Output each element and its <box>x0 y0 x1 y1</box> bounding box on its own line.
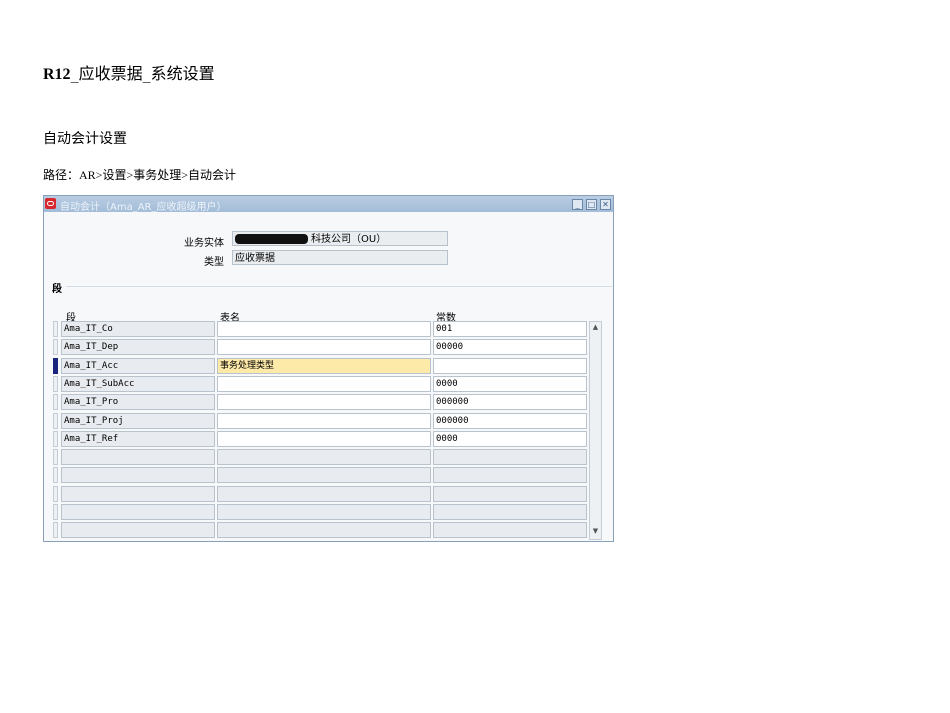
segment-cell-empty[interactable] <box>61 467 215 484</box>
constant-cell[interactable]: 00000 <box>433 339 587 356</box>
table-name-cell[interactable] <box>217 375 431 392</box>
section-heading: 自动会计设置 <box>43 131 127 147</box>
type-label: 类型 <box>204 257 224 268</box>
row-indicator[interactable] <box>53 394 58 411</box>
row-indicator[interactable] <box>53 522 58 539</box>
table-name-cell-empty[interactable] <box>217 522 431 539</box>
operating-unit-value: 科技公司（OU） <box>311 234 387 245</box>
redaction-mark <box>235 234 308 244</box>
table-name-cell[interactable] <box>217 321 431 337</box>
segment-cell-empty[interactable] <box>61 504 215 520</box>
row-indicator[interactable] <box>53 449 58 466</box>
table-name-cell[interactable] <box>217 339 431 356</box>
table-name-cell-empty[interactable] <box>217 467 431 484</box>
row-indicator[interactable] <box>53 467 58 484</box>
minimize-button[interactable]: _ <box>572 199 583 210</box>
maximize-button[interactable]: □ <box>586 199 597 210</box>
operating-unit-field[interactable]: 科技公司（OU） <box>232 231 448 246</box>
segment-cell[interactable]: Ama_IT_Pro <box>61 394 215 411</box>
title-rest: _应收票据_系统设置 <box>70 64 215 83</box>
segment-cell[interactable]: Ama_IT_Dep <box>61 339 215 356</box>
table-name-cell-empty[interactable] <box>217 485 431 502</box>
segment-cell[interactable]: Ama_IT_Co <box>61 321 215 337</box>
constant-cell-empty[interactable] <box>433 467 587 484</box>
row-indicator[interactable] <box>53 430 58 447</box>
oracle-logo-icon <box>45 198 56 209</box>
table-name-cell[interactable] <box>217 412 431 429</box>
row-indicator[interactable] <box>53 357 58 374</box>
constant-cell[interactable]: 001 <box>433 321 587 337</box>
segment-cell-empty[interactable] <box>61 522 215 539</box>
operating-unit-label: 业务实体 <box>184 238 224 249</box>
close-button[interactable]: ✕ <box>600 199 611 210</box>
constant-cell-empty[interactable] <box>433 485 587 502</box>
row-indicator[interactable] <box>53 375 58 392</box>
constant-cell-empty[interactable] <box>433 504 587 520</box>
window-title: 自动会计（Ama_AR_应收超级用户） <box>60 202 227 213</box>
constant-cell-empty[interactable] <box>433 522 587 539</box>
autoaccounting-window: 自动会计（Ama_AR_应收超级用户） _ □ ✕ 业务实体 科技公司（OU） … <box>43 195 614 542</box>
row-indicator[interactable] <box>53 339 58 356</box>
row-indicator[interactable] <box>53 485 58 502</box>
table-name-cell-empty[interactable] <box>217 504 431 520</box>
table-name-cell-empty[interactable] <box>217 449 431 466</box>
segment-section-title: 段 <box>52 284 62 295</box>
vertical-scrollbar[interactable]: ▲ ▼ <box>589 321 602 540</box>
row-indicator[interactable] <box>53 321 58 337</box>
scroll-down-icon[interactable]: ▼ <box>590 527 601 539</box>
document-title: R12_应收票据_系统设置 <box>43 60 215 84</box>
segment-cell-empty[interactable] <box>61 449 215 466</box>
type-field[interactable]: 应收票据 <box>232 250 448 265</box>
scroll-up-icon[interactable]: ▲ <box>590 323 601 335</box>
constant-cell[interactable]: 0000 <box>433 430 587 447</box>
constant-cell[interactable] <box>433 357 587 374</box>
segment-cell[interactable]: Ama_IT_Proj <box>61 412 215 429</box>
window-titlebar[interactable]: 自动会计（Ama_AR_应收超级用户） _ □ ✕ <box>44 196 613 213</box>
constant-cell[interactable]: 000000 <box>433 394 587 411</box>
section-divider <box>66 286 612 287</box>
title-bold: R12 <box>43 66 71 83</box>
row-indicator[interactable] <box>53 412 58 429</box>
constant-cell-empty[interactable] <box>433 449 587 466</box>
segment-cell[interactable]: Ama_IT_Acc <box>61 357 215 374</box>
segment-cell[interactable]: Ama_IT_SubAcc <box>61 375 215 392</box>
row-indicator[interactable] <box>53 504 58 520</box>
constant-cell[interactable]: 000000 <box>433 412 587 429</box>
table-name-cell[interactable] <box>217 430 431 447</box>
table-name-cell[interactable]: 事务处理类型 <box>217 357 431 374</box>
segment-cell-empty[interactable] <box>61 485 215 502</box>
table-name-cell[interactable] <box>217 394 431 411</box>
navigation-path: 路径：AR>设置>事务处理>自动会计 <box>43 168 236 182</box>
constant-cell[interactable]: 0000 <box>433 375 587 392</box>
segment-cell[interactable]: Ama_IT_Ref <box>61 430 215 447</box>
